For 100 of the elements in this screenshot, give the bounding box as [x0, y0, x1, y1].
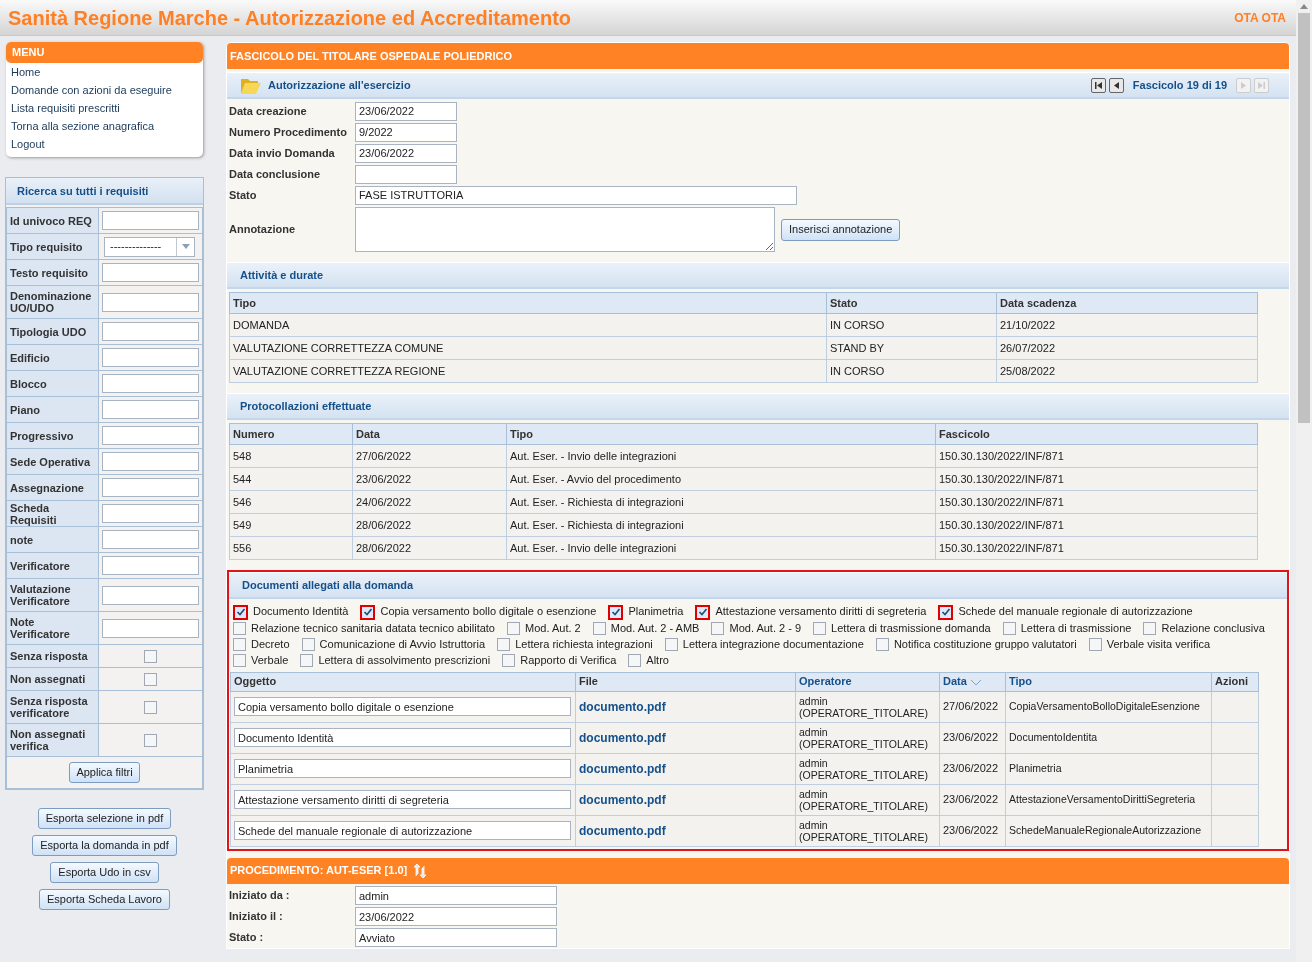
file-link[interactable]: documento.pdf	[579, 792, 666, 807]
file-link[interactable]: documento.pdf	[579, 761, 666, 776]
text-field[interactable]	[102, 211, 199, 230]
column-header: Oggetto	[234, 675, 277, 688]
add-annotation-button[interactable]: Inserisci annotazione	[781, 218, 901, 241]
apply-filters-button[interactable]: Applica filtri	[69, 762, 140, 783]
text-field[interactable]: Avviato	[355, 928, 557, 948]
text-field[interactable]	[102, 348, 199, 367]
field-label: Note Verificatore	[6, 611, 99, 645]
checkbox[interactable]	[938, 604, 954, 620]
text-field[interactable]	[102, 478, 199, 497]
menu-link[interactable]: Torna alla sezione anagrafica	[6, 117, 203, 135]
text-field[interactable]: Schede del manuale regionale di autorizzazione	[234, 821, 571, 841]
export-button[interactable]: Esporta la domanda in pdf	[32, 835, 177, 856]
field-label: Senza risposta	[6, 644, 99, 668]
section-title: Autorizzazione all'esercizio	[268, 77, 411, 93]
table-cell: 548	[229, 444, 353, 468]
checkbox[interactable]	[233, 604, 248, 620]
text-field[interactable]: Copia versamento bollo digitale o esenzione	[234, 697, 571, 717]
export-button[interactable]: Esporta Scheda Lavoro	[39, 889, 170, 910]
checkbox[interactable]	[875, 638, 889, 652]
export-button[interactable]: Esporta Udo in csv	[50, 862, 159, 883]
table-cell: AttestazioneVersamentoDirittiSegreteria	[1005, 784, 1212, 816]
checkbox-label: Documento Identità	[253, 605, 349, 617]
checkbox[interactable]	[608, 604, 624, 620]
field-label: Data invio Domanda	[229, 145, 336, 161]
text-field[interactable]: 23/06/2022	[355, 101, 457, 121]
text-field[interactable]	[102, 426, 199, 445]
text-field[interactable]: 23/06/2022	[355, 143, 457, 163]
previous-icon[interactable]	[1108, 77, 1124, 93]
menu-link[interactable]: Lista requisiti prescritti	[6, 99, 203, 117]
section-title: PROCEDIMENTO: AUT-ESER [1.0]	[230, 863, 408, 879]
checkbox[interactable]	[233, 654, 246, 668]
table-cell: SchedeManualeRegionaleAutorizzazione	[1005, 815, 1212, 847]
text-field[interactable]	[102, 263, 199, 282]
refresh-icon[interactable]	[413, 863, 428, 878]
scrollbar[interactable]	[1296, 0, 1312, 962]
checkbox[interactable]	[301, 638, 315, 652]
checkbox[interactable]	[507, 622, 521, 636]
text-field[interactable]	[102, 374, 199, 393]
checkbox-label: Comunicazione di Avvio Istruttoria	[319, 637, 486, 650]
checkbox[interactable]	[664, 638, 678, 652]
checkbox[interactable]	[144, 650, 157, 664]
text-field[interactable]	[102, 452, 199, 471]
field-label: Blocco	[6, 370, 99, 397]
checkbox[interactable]	[711, 622, 725, 636]
checkbox[interactable]	[144, 701, 157, 715]
menu-link[interactable]: Home	[6, 63, 203, 81]
checkbox[interactable]	[628, 654, 642, 668]
text-field[interactable]: Attestazione versamento diritti di segreteria	[234, 790, 571, 810]
annotation-field[interactable]	[355, 207, 775, 252]
checkbox[interactable]	[144, 734, 157, 748]
checkbox[interactable]	[360, 604, 376, 620]
text-field[interactable]: admin	[355, 886, 557, 906]
text-field[interactable]	[355, 164, 457, 184]
checkbox[interactable]	[233, 622, 246, 636]
next-icon[interactable]	[1236, 77, 1251, 93]
text-field[interactable]	[102, 504, 199, 523]
checkbox-label: Lettera di trasmissione domanda	[831, 621, 991, 634]
text-field[interactable]: Planimetria	[234, 759, 571, 779]
text-field[interactable]	[102, 400, 199, 419]
menu-link[interactable]: Logout	[6, 135, 203, 153]
checkbox[interactable]	[497, 638, 511, 652]
checkbox[interactable]	[1088, 638, 1102, 652]
table-cell: DocumentoIdentita	[1005, 722, 1212, 754]
file-link[interactable]: documento.pdf	[579, 823, 666, 838]
menu-link[interactable]: Domande con azioni da eseguire	[6, 81, 203, 99]
checkbox[interactable]	[695, 604, 711, 620]
table-cell: admin (OPERATORE_TITOLARE)	[795, 691, 940, 723]
checkbox[interactable]	[233, 638, 246, 652]
field-label: Valutazione Verificatore	[6, 578, 99, 612]
checkbox[interactable]	[144, 673, 157, 687]
export-button[interactable]: Esporta selezione in pdf	[37, 808, 172, 829]
app-title: Sanità Regione Marche - Autorizzazione ed Accreditamento	[8, 5, 572, 31]
dropdown[interactable]: --------------	[104, 236, 195, 257]
checkbox[interactable]	[300, 654, 314, 668]
checkbox[interactable]	[592, 622, 606, 636]
text-field[interactable]	[102, 556, 199, 575]
text-field[interactable]	[102, 322, 199, 341]
menu-title: MENU	[6, 42, 203, 63]
sort-link[interactable]: Tipo	[1009, 675, 1032, 688]
last-page-icon[interactable]	[1254, 77, 1269, 93]
checkbox[interactable]	[1002, 622, 1016, 636]
checkbox[interactable]	[1143, 622, 1157, 636]
text-field[interactable]: 9/2022	[355, 122, 457, 142]
text-field[interactable]	[102, 530, 199, 549]
text-field[interactable]: FASE ISTRUTTORIA	[355, 185, 797, 205]
scroll-up-icon[interactable]	[1300, 4, 1308, 9]
text-field[interactable]: 23/06/2022	[355, 907, 557, 927]
text-field[interactable]	[102, 585, 199, 605]
text-field[interactable]	[102, 618, 199, 638]
file-link[interactable]: documento.pdf	[579, 730, 666, 745]
file-link[interactable]: documento.pdf	[579, 699, 666, 714]
first-page-icon[interactable]	[1090, 77, 1106, 93]
checkbox[interactable]	[813, 622, 827, 636]
checkbox-label: Schede del manuale regionale di autorizzazione	[958, 605, 1193, 617]
text-field[interactable]: Documento Identità	[234, 728, 571, 748]
checkbox[interactable]	[502, 654, 516, 668]
scroll-thumb[interactable]	[1298, 13, 1310, 423]
text-field[interactable]	[102, 292, 199, 312]
